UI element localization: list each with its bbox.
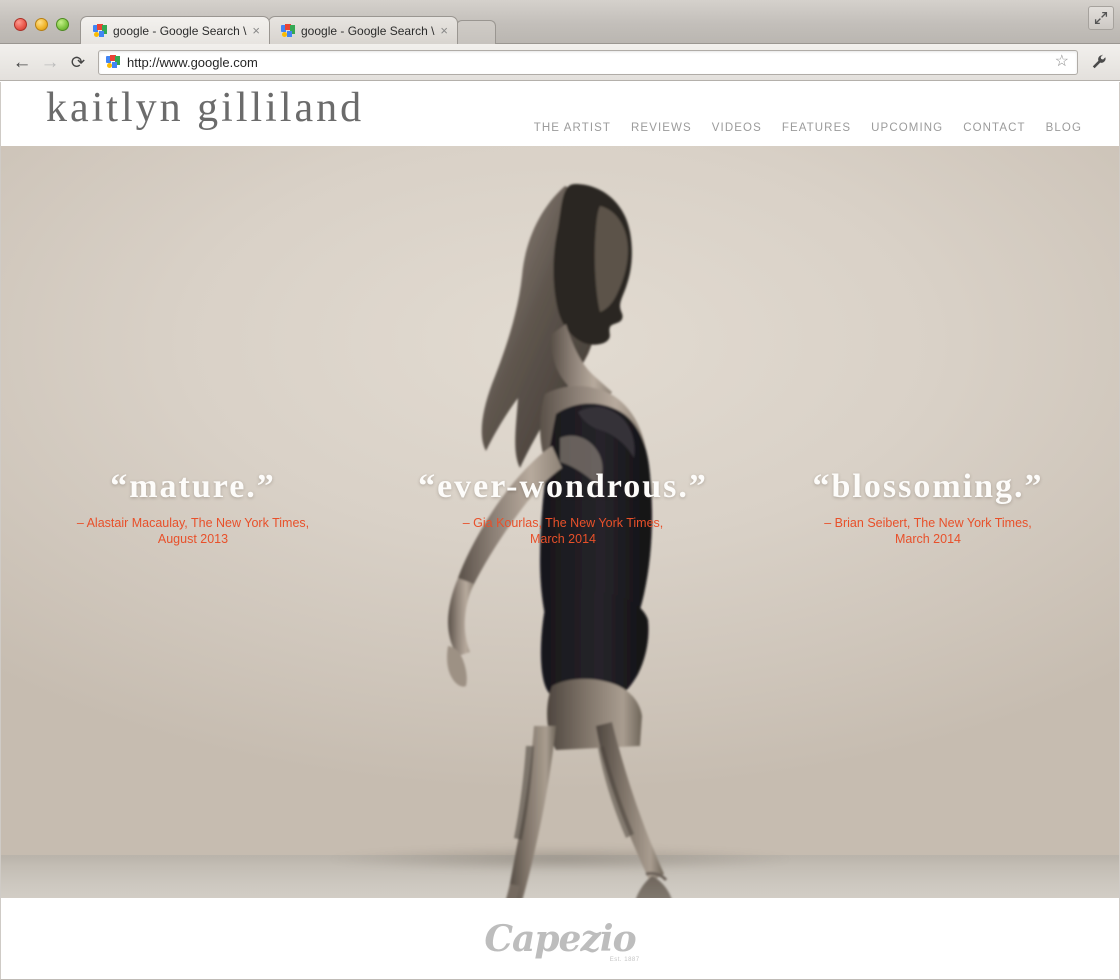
quote-attribution-line-2: March 2014	[894, 531, 961, 546]
back-button[interactable]: ←	[8, 49, 36, 75]
address-bar[interactable]: http://www.google.com ☆	[98, 49, 1078, 75]
browser-tab-1[interactable]: google - Google Search \ ×	[80, 16, 270, 44]
quote-attribution: – Alastair Macaulay, The New York Times,…	[48, 515, 338, 548]
quote-attribution-line-1: – Alastair Macaulay, The New York Times,	[76, 515, 310, 530]
quote-attribution-line-1: – Brian Seibert, The New York Times,	[824, 515, 1032, 530]
nav-item-the-artist[interactable]: THE ARTIST	[524, 122, 621, 134]
google-favicon-icon	[281, 23, 295, 38]
main-navigation: THE ARTIST REVIEWS VIDEOS FEATURES UPCOM…	[524, 122, 1092, 134]
minimize-window-button[interactable]	[35, 18, 48, 31]
capezio-est-tagline: Est. 1887	[609, 957, 640, 963]
nav-item-features[interactable]: FEATURES	[772, 122, 861, 134]
forward-button[interactable]: →	[36, 49, 64, 75]
reload-button[interactable]: ⟳	[64, 49, 92, 75]
nav-item-videos[interactable]: VIDEOS	[702, 122, 772, 134]
browser-window: google - Google Search \ × google - Goog…	[0, 0, 1120, 980]
new-tab-button[interactable]	[456, 20, 496, 44]
quote-attribution: – Gia Kourlas, The New York Times, March…	[388, 515, 738, 548]
nav-item-blog[interactable]: BLOG	[1036, 122, 1092, 134]
tab-close-icon[interactable]: ×	[437, 24, 451, 37]
browser-toolbar: ← → ⟳ http://www.google.com ☆	[0, 44, 1120, 81]
bookmark-star-icon[interactable]: ☆	[1055, 54, 1071, 70]
tab-strip: google - Google Search \ × google - Goog…	[0, 0, 1120, 44]
quote-block-3: “blossoming.” – Brian Seibert, The New Y…	[768, 469, 1088, 547]
wrench-menu-icon[interactable]	[1086, 49, 1112, 75]
nav-item-upcoming[interactable]: UPCOMING	[861, 122, 953, 134]
close-window-button[interactable]	[14, 18, 27, 31]
capezio-wordmark: Capezio	[484, 918, 636, 960]
quote-text: “blossoming.”	[812, 468, 1044, 505]
site-footer: Capezio Est. 1887	[0, 898, 1120, 980]
capezio-sponsor-logo[interactable]: Capezio Est. 1887	[484, 918, 639, 963]
zoom-window-button[interactable]	[56, 18, 69, 31]
hero-section: “mature.” – Alastair Macaulay, The New Y…	[0, 146, 1120, 898]
nav-item-contact[interactable]: CONTACT	[953, 122, 1035, 134]
quote-text: “ever-wondrous.”	[418, 468, 708, 505]
google-favicon-icon	[93, 23, 107, 38]
tab-title: google - Google Search \	[301, 23, 435, 38]
tab-close-icon[interactable]: ×	[249, 24, 263, 37]
url-input[interactable]: http://www.google.com	[127, 55, 1055, 70]
quote-block-1: “mature.” – Alastair Macaulay, The New Y…	[48, 469, 338, 547]
hero-quotes: “mature.” – Alastair Macaulay, The New Y…	[0, 146, 1120, 898]
nav-item-reviews[interactable]: REVIEWS	[621, 122, 702, 134]
page-viewport: kaitlyn gilliland THE ARTIST REVIEWS VID…	[0, 82, 1120, 980]
quote-attribution-line-2: March 2014	[529, 531, 596, 546]
tab-title: google - Google Search \	[113, 23, 247, 38]
fullscreen-arrows-icon[interactable]	[1088, 6, 1114, 30]
window-controls	[14, 18, 69, 31]
quote-block-2: “ever-wondrous.” – Gia Kourlas, The New …	[388, 469, 738, 547]
quote-attribution-line-2: August 2013	[157, 531, 229, 546]
site-logo[interactable]: kaitlyn gilliland	[46, 84, 364, 132]
quote-attribution-line-1: – Gia Kourlas, The New York Times,	[462, 515, 664, 530]
browser-tab-2[interactable]: google - Google Search \ ×	[268, 16, 458, 44]
google-favicon-icon	[106, 55, 120, 69]
quote-text: “mature.”	[110, 468, 276, 505]
quote-attribution: – Brian Seibert, The New York Times, Mar…	[768, 515, 1088, 548]
site-header: kaitlyn gilliland THE ARTIST REVIEWS VID…	[0, 82, 1120, 146]
